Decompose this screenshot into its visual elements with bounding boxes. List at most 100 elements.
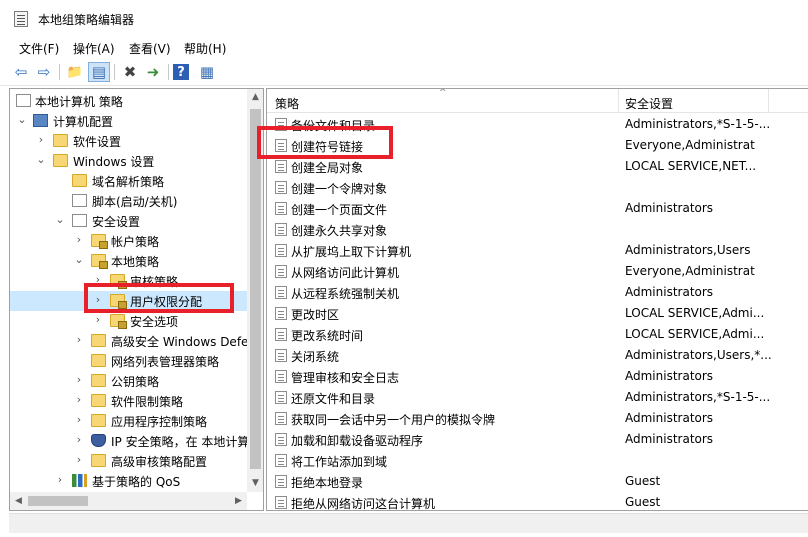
ip-security-icon [91, 434, 106, 447]
security-setting: LOCAL SERVICE,Admi... [625, 306, 765, 320]
tree-item-software-restriction[interactable]: › 软件限制策略 [10, 391, 247, 411]
tree-label: 安全设置 [92, 215, 141, 229]
delete-icon[interactable]: ✖ [119, 62, 141, 82]
menu-help[interactable]: 帮助(H) [184, 40, 226, 57]
policy-name: 创建一个页面文件 [291, 203, 388, 217]
tree-item-local-policy[interactable]: 本地计算机 策略 [10, 91, 247, 111]
tree-horizontal-scrollbar[interactable]: ◀ ▶ [10, 492, 247, 510]
security-setting: Guest [625, 495, 661, 509]
tree-item-policy-based-qos[interactable]: › 基于策略的 QoS [10, 471, 247, 491]
chevron-right-icon[interactable]: › [73, 393, 85, 406]
scroll-up-icon[interactable]: ▲ [247, 89, 263, 106]
list-item[interactable]: 拒绝从网络访问这台计算机 Guest [267, 492, 808, 510]
policy-item-icon [275, 412, 287, 425]
chevron-right-icon[interactable]: › [73, 433, 85, 446]
column-divider[interactable] [768, 89, 769, 113]
list-item[interactable]: 从远程系统强制关机 Administrators [267, 282, 808, 303]
tree-item-public-key-policies[interactable]: › 公钥策略 [10, 371, 247, 391]
list-item[interactable]: 创建符号链接 Everyone,Administrat [267, 135, 808, 156]
policy-item-icon [275, 139, 287, 152]
tree-item-security-settings[interactable]: ⌄ 安全设置 [10, 211, 247, 231]
chevron-right-icon[interactable]: › [73, 413, 85, 426]
tree-item-user-rights-assignment[interactable]: › 用户权限分配 [10, 291, 247, 311]
folder-icon [91, 454, 106, 467]
show-hide-tree-icon[interactable]: ▤ [88, 62, 110, 82]
chevron-right-icon[interactable]: › [73, 333, 85, 346]
tree-vertical-scrollbar[interactable]: ▲ ▼ [247, 89, 263, 492]
chevron-right-icon[interactable]: › [92, 313, 104, 326]
chevron-down-icon[interactable]: ⌄ [35, 153, 47, 166]
folder-icon [53, 154, 68, 167]
chevron-right-icon[interactable]: › [35, 133, 47, 146]
policy-name: 创建永久共享对象 [291, 224, 388, 238]
help-icon[interactable]: ? [173, 64, 189, 80]
list-item[interactable]: 创建永久共享对象 [267, 219, 808, 240]
tree-item-security-options[interactable]: › 安全选项 [10, 311, 247, 331]
list-item[interactable]: 获取同一会话中另一个用户的模拟令牌 Administrators [267, 408, 808, 429]
export-list-icon[interactable]: ➜ [142, 62, 164, 82]
folder-icon [91, 334, 106, 347]
chevron-down-icon[interactable]: ⌄ [54, 213, 66, 226]
list-item[interactable]: 创建一个令牌对象 [267, 177, 808, 198]
security-setting: Everyone,Administrat [625, 138, 755, 152]
tree-item-app-control-policies[interactable]: › 应用程序控制策略 [10, 411, 247, 431]
list-item[interactable]: 关闭系统 Administrators,Users,*... [267, 345, 808, 366]
chevron-right-icon[interactable]: › [92, 293, 104, 306]
scroll-down-icon[interactable]: ▼ [247, 475, 263, 492]
list-item[interactable]: 创建全局对象 LOCAL SERVICE,NET... [267, 156, 808, 177]
list-item[interactable]: 拒绝本地登录 Guest [267, 471, 808, 492]
column-divider[interactable] [618, 89, 619, 113]
tree-item-account-policies[interactable]: › 帐户策略 [10, 231, 247, 251]
menu-view[interactable]: 查看(V) [129, 40, 171, 57]
list-item[interactable]: 创建一个页面文件 Administrators [267, 198, 808, 219]
security-setting: Administrators [625, 411, 714, 425]
security-setting: Administrators [625, 285, 714, 299]
list-item[interactable]: 从扩展坞上取下计算机 Administrators,Users [267, 240, 808, 261]
tree-item-advanced-audit-policy[interactable]: › 高级审核策略配置 [10, 451, 247, 471]
scroll-thumb[interactable] [250, 109, 261, 469]
list-item[interactable]: 加载和卸载设备驱动程序 Administrators [267, 429, 808, 450]
menu-action[interactable]: 操作(A) [73, 40, 115, 57]
tree-item-windows-settings[interactable]: ⌄ Windows 设置 [10, 151, 247, 171]
chevron-right-icon[interactable]: › [73, 373, 85, 386]
list-item[interactable]: 将工作站添加到域 [267, 450, 808, 471]
list-item[interactable]: 从网络访问此计算机 Everyone,Administrat [267, 261, 808, 282]
tree-item-audit-policy[interactable]: › 审核策略 [10, 271, 247, 291]
tree-item-computer-config[interactable]: ⌄ 计算机配置 [10, 111, 247, 131]
tree-label: 用户权限分配 [130, 295, 203, 309]
back-arrow-icon[interactable]: ⇦ [10, 62, 32, 82]
chevron-right-icon[interactable]: › [73, 453, 85, 466]
chevron-right-icon[interactable]: › [92, 273, 104, 286]
column-header-policy[interactable]: 策略 [275, 95, 299, 112]
policy-item-icon [275, 349, 287, 362]
forward-arrow-icon[interactable]: ⇨ [33, 62, 55, 82]
properties-icon[interactable]: ▦ [196, 62, 218, 82]
list-item[interactable]: 管理审核和安全日志 Administrators [267, 366, 808, 387]
tree-item-name-resolution-policy[interactable]: 域名解析策略 [10, 171, 247, 191]
chevron-down-icon[interactable]: ⌄ [73, 253, 85, 266]
column-header-security[interactable]: 安全设置 [625, 95, 673, 112]
list-item[interactable]: 还原文件和目录 Administrators,*S-1-5-... [267, 387, 808, 408]
list-item[interactable]: 更改系统时间 LOCAL SERVICE,Admi... [267, 324, 808, 345]
up-folder-icon[interactable]: 📁 [64, 62, 86, 82]
chevron-right-icon[interactable]: › [73, 233, 85, 246]
list-item[interactable]: 备份文件和目录 Administrators,*S-1-5-... [267, 114, 808, 135]
chevron-down-icon[interactable]: ⌄ [16, 113, 28, 126]
list-item[interactable]: 更改时区 LOCAL SERVICE,Admi... [267, 303, 808, 324]
tree-item-network-list-manager[interactable]: 网络列表管理器策略 [10, 351, 247, 371]
tree-item-scripts[interactable]: 脚本(启动/关机) [10, 191, 247, 211]
menu-file[interactable]: 文件(F) [19, 40, 59, 57]
scroll-right-icon[interactable]: ▶ [230, 492, 247, 510]
security-setting: Administrators [625, 432, 714, 446]
tree-item-local-policies[interactable]: ⌄ 本地策略 [10, 251, 247, 271]
tree-item-ip-security-policies[interactable]: › IP 安全策略，在 本地计算 [10, 431, 247, 451]
tree-label: 计算机配置 [53, 115, 114, 129]
tree-item-software-settings[interactable]: › 软件设置 [10, 131, 247, 151]
tree-label: 基于策略的 QoS [92, 475, 181, 489]
scroll-left-icon[interactable]: ◀ [10, 492, 27, 510]
folder-icon [91, 394, 106, 407]
chevron-right-icon[interactable]: › [54, 473, 66, 486]
tree-item-windows-defender-firewall[interactable]: › 高级安全 Windows Defe [10, 331, 247, 351]
tree-label: 本地策略 [111, 255, 160, 269]
scroll-thumb[interactable] [28, 496, 88, 506]
